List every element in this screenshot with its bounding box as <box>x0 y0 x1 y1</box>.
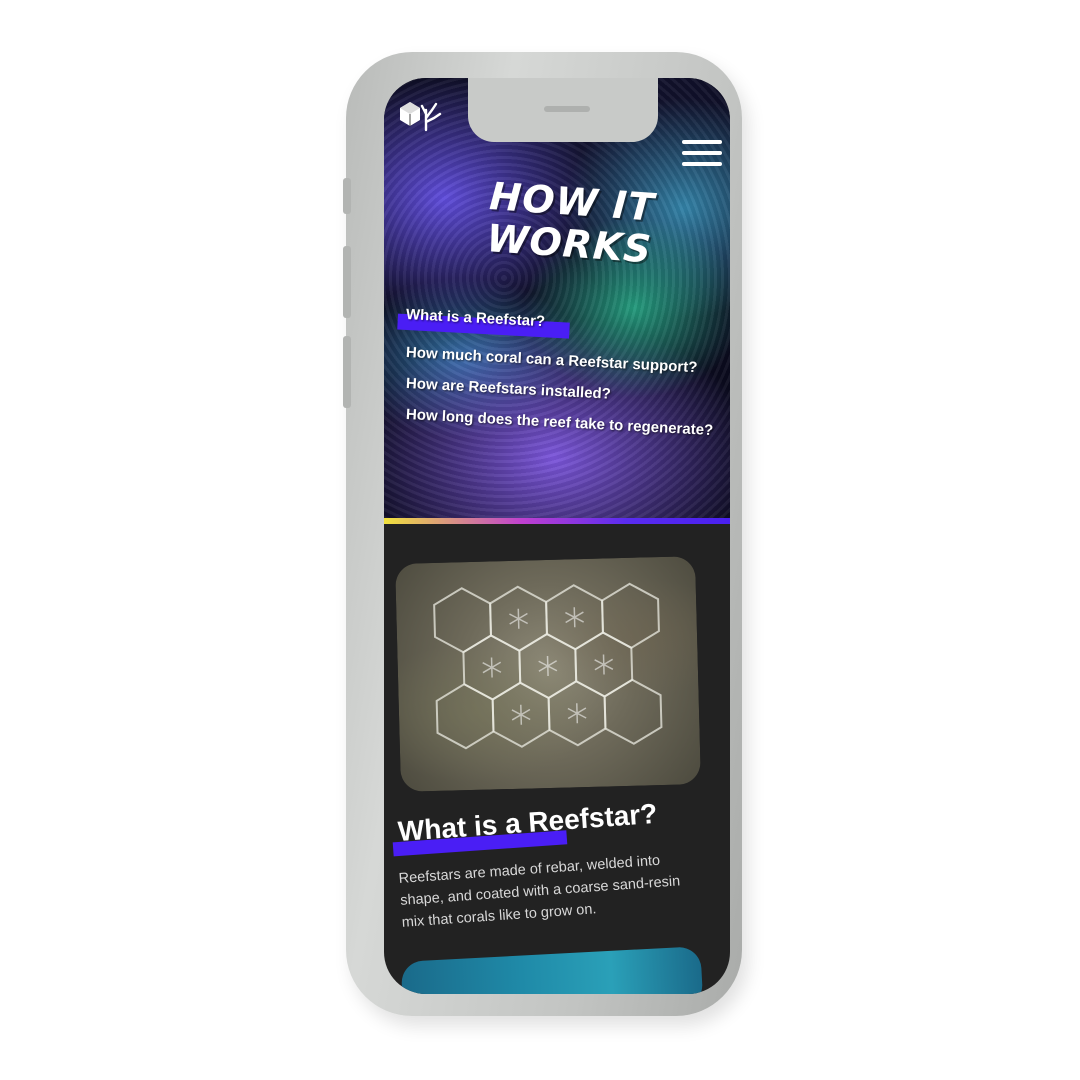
phone-mute-switch <box>343 178 351 214</box>
phone-volume-down-button <box>343 336 351 408</box>
faq-link-coral-support[interactable]: How much coral can a Reefstar support? <box>406 344 727 379</box>
faq-link-what-is-reefstar[interactable]: What is a Reefstar? <box>406 306 727 341</box>
next-image-teaser <box>400 946 704 994</box>
faq-link-regeneration[interactable]: How long does the reef take to regenerat… <box>406 406 727 441</box>
phone-speaker <box>544 106 590 112</box>
reefstar-logo-icon[interactable] <box>396 96 442 140</box>
hero-banner <box>384 78 730 524</box>
faq-nav: What is a Reefstar? How much coral can a… <box>406 306 727 439</box>
phone-volume-up-button <box>343 246 351 318</box>
reefstar-hexagon-lattice <box>433 582 663 750</box>
hamburger-menu-icon[interactable] <box>682 140 722 174</box>
hero-gradient-stripe <box>384 518 730 524</box>
section-title: What is a Reefstar? <box>397 793 728 848</box>
hero-title: HOW IT WORKS <box>485 174 690 273</box>
phone-screen: HOW IT WORKS What is a Reefstar? How muc… <box>384 78 730 994</box>
reefstar-photo <box>395 556 701 792</box>
faq-link-installation[interactable]: How are Reefstars installed? <box>406 375 727 410</box>
section-body-text: Reefstars are made of rebar, welded into… <box>398 852 681 931</box>
